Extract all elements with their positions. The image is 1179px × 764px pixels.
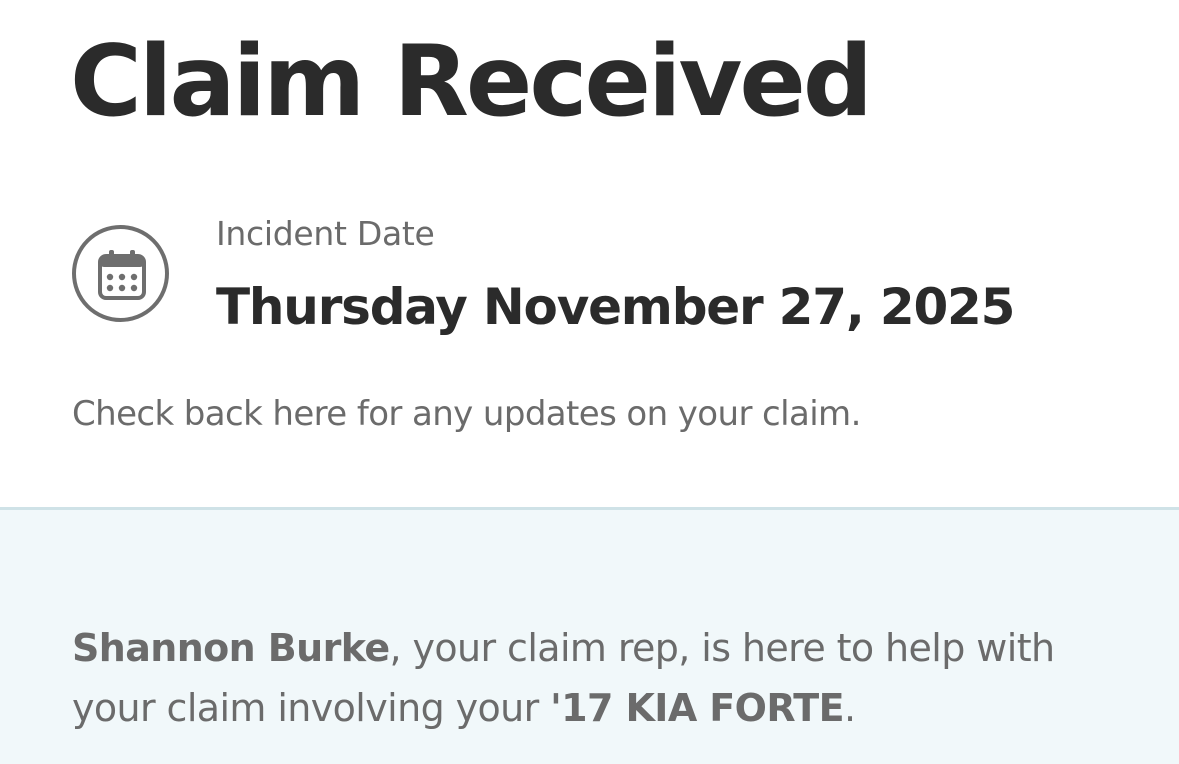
claim-rep-panel: Shannon Burke, your claim rep, is here t… bbox=[0, 507, 1179, 764]
update-message: Check back here for any updates on your … bbox=[72, 394, 861, 434]
incident-date-label: Incident Date bbox=[216, 214, 435, 253]
rep-name: Shannon Burke bbox=[72, 626, 390, 670]
incident-date-value: Thursday November 27, 2025 bbox=[216, 278, 1015, 336]
claim-summary-section: Claim Received Incident Date Thursday No… bbox=[0, 0, 1179, 507]
claim-page: Claim Received Incident Date Thursday No… bbox=[0, 0, 1179, 764]
page-title: Claim Received bbox=[70, 25, 873, 139]
rep-message-end: . bbox=[843, 686, 856, 730]
vehicle-name: '17 KIA FORTE bbox=[550, 686, 844, 730]
calendar-icon bbox=[72, 225, 169, 322]
claim-rep-message: Shannon Burke, your claim rep, is here t… bbox=[72, 618, 1132, 738]
